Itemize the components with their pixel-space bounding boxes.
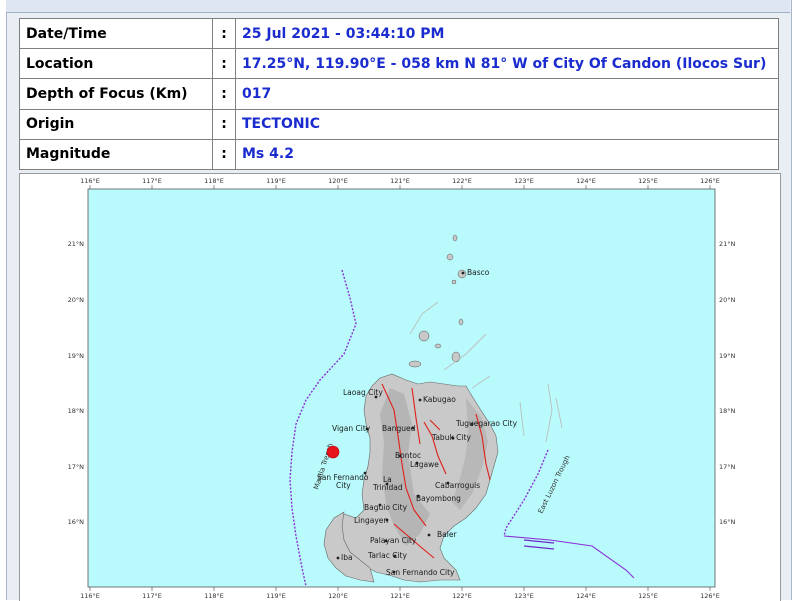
row-origin: Origin : TECTONIC	[19, 108, 779, 140]
lon-label-top-116: 116°E	[80, 177, 100, 185]
city-lingayen: Lingayen	[354, 516, 388, 525]
lon-label-top-121: 121°E	[390, 177, 410, 185]
lon-label-top-125: 125°E	[638, 177, 658, 185]
map-svg: 116°E 117°E 118°E 119°E 120°E 121°E 122°…	[68, 177, 736, 600]
city-iba: Iba	[341, 553, 353, 562]
lat-label-left-20: 20°N	[68, 296, 85, 304]
lon-label-bottom-120: 120°E	[328, 592, 348, 600]
epicenter-marker	[326, 445, 340, 459]
city-laoag: Laoag City	[343, 388, 383, 397]
lon-label-bottom-118: 118°E	[204, 592, 224, 600]
city-kabugao: Kabugao	[423, 395, 456, 404]
lat-label-right-16: 16°N	[719, 518, 736, 526]
lat-label-left-17: 17°N	[68, 463, 85, 471]
lat-label-right-19: 19°N	[719, 352, 736, 360]
lat-label-left-18: 18°N	[68, 407, 85, 415]
city-bangued: Bangued	[382, 424, 416, 433]
lat-label-left-16: 16°N	[68, 518, 85, 526]
lon-label-top-117: 117°E	[142, 177, 162, 185]
city-palayan: Palayan City	[370, 536, 417, 545]
magnitude-colon: :	[212, 138, 236, 171]
city-basco: Basco	[467, 268, 490, 277]
row-location: Location : 17.25°N, 119.90°E - 058 km N …	[19, 48, 779, 80]
city-baler: Baler	[437, 530, 457, 539]
datetime-colon: :	[212, 17, 236, 50]
city-cabarroguis: Cabarroguis	[435, 481, 480, 490]
row-depth: Depth of Focus (Km) : 017	[19, 78, 779, 110]
city-la-trinidad-2: Trinidad	[372, 483, 403, 492]
lon-label-bottom-121: 121°E	[390, 592, 410, 600]
lon-label-bottom-117: 117°E	[142, 592, 162, 600]
lon-label-bottom-122: 122°E	[452, 592, 472, 600]
lat-label-right-21: 21°N	[719, 240, 736, 248]
location-label: Location	[19, 48, 213, 80]
origin-colon: :	[212, 108, 236, 140]
lon-label-top-118: 118°E	[204, 177, 224, 185]
city-bayombong: Bayombong	[416, 494, 461, 503]
lon-label-bottom-116: 116°E	[80, 592, 100, 600]
lon-label-top-126: 126°E	[700, 177, 720, 185]
lat-label-right-20: 20°N	[719, 296, 736, 304]
lon-label-top-124: 124°E	[576, 177, 596, 185]
datetime-value: 25 Jul 2021 - 03:44:10 PM	[235, 17, 779, 50]
city-san-fernando-lu-2: City	[336, 481, 351, 490]
origin-value: TECTONIC	[235, 108, 779, 140]
epicenter-map: 116°E 117°E 118°E 119°E 120°E 121°E 122°…	[19, 173, 781, 601]
depth-label: Depth of Focus (Km)	[19, 78, 213, 110]
lon-label-top-119: 119°E	[266, 177, 286, 185]
lat-label-right-18: 18°N	[719, 407, 736, 415]
lon-label-bottom-125: 125°E	[638, 592, 658, 600]
lon-label-top-120: 120°E	[328, 177, 348, 185]
lat-label-left-21: 21°N	[68, 240, 85, 248]
lon-label-top-123: 123°E	[514, 177, 534, 185]
depth-value: 017	[235, 78, 779, 110]
magnitude-label: Magnitude	[19, 138, 213, 171]
location-colon: :	[212, 48, 236, 80]
top-bar	[6, 0, 790, 13]
depth-colon: :	[212, 78, 236, 110]
lon-label-bottom-119: 119°E	[266, 592, 286, 600]
lon-label-bottom-126: 126°E	[700, 592, 720, 600]
location-value: 17.25°N, 119.90°E - 058 km N 81° W of Ci…	[235, 48, 779, 80]
lon-label-top-122: 122°E	[452, 177, 472, 185]
city-san-fernando-pa: San Fernando City	[386, 568, 455, 577]
city-lagawe: Lagawe	[410, 460, 439, 469]
city-baguio: Baguio City	[364, 503, 408, 512]
lat-label-right-17: 17°N	[719, 463, 736, 471]
datetime-label: Date/Time	[19, 17, 213, 50]
lat-label-left-19: 19°N	[68, 352, 85, 360]
origin-label: Origin	[19, 108, 213, 140]
lon-label-bottom-123: 123°E	[514, 592, 534, 600]
row-datetime: Date/Time : 25 Jul 2021 - 03:44:10 PM	[19, 17, 779, 50]
row-magnitude: Magnitude : Ms 4.2	[19, 138, 779, 171]
earthquake-info-table: Date/Time : 25 Jul 2021 - 03:44:10 PM Lo…	[19, 17, 779, 171]
city-tabuk: Tabuk City	[431, 433, 471, 442]
city-vigan: Vigan City	[332, 424, 371, 433]
city-bontoc: Bontoc	[395, 451, 421, 460]
lon-label-bottom-124: 124°E	[576, 592, 596, 600]
city-tarlac: Tarlac City	[367, 551, 407, 560]
city-tuguegarao: Tuguegarao City	[455, 419, 518, 428]
magnitude-value: Ms 4.2	[235, 138, 779, 171]
